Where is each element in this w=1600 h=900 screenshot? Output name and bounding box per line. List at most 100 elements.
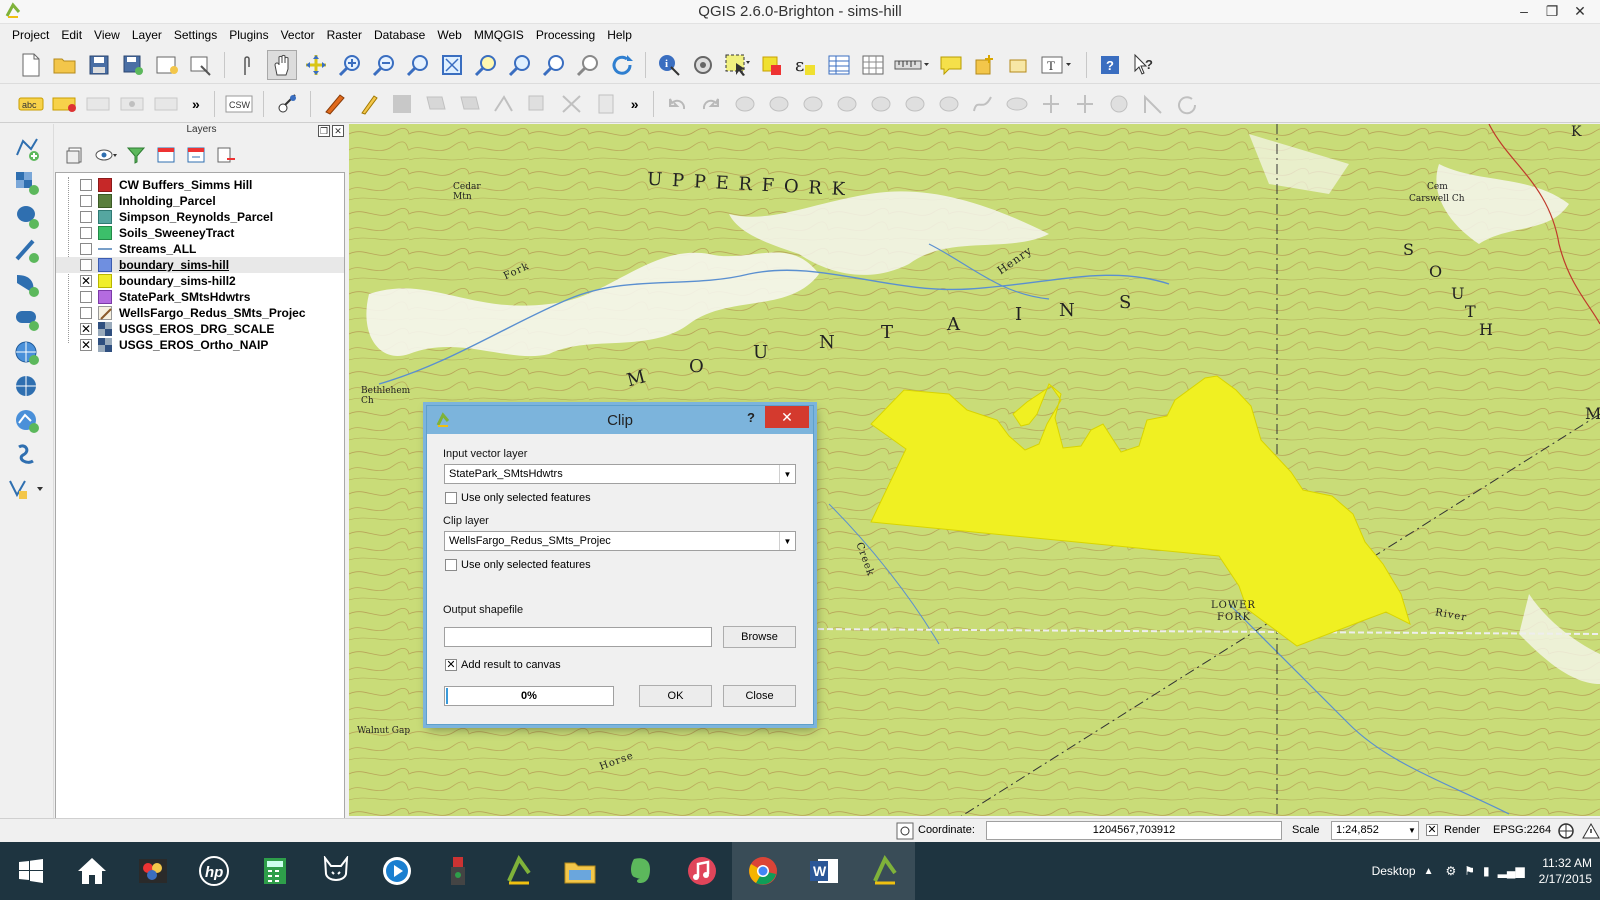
- crs-globe-icon[interactable]: [1557, 822, 1575, 840]
- layer-row[interactable]: WellsFargo_Redus_SMts_Projec: [56, 305, 344, 321]
- undock-panel-button[interactable]: ❐: [318, 125, 330, 137]
- itunes-icon[interactable]: [671, 842, 732, 900]
- layer-row[interactable]: CW Buffers_Simms Hill: [56, 177, 344, 193]
- clip-use-selected-checkbox[interactable]: [445, 559, 457, 571]
- refresh-icon[interactable]: [607, 50, 637, 80]
- photo-app-icon[interactable]: [122, 842, 183, 900]
- menu-edit[interactable]: Edit: [55, 28, 88, 42]
- zoom-in-icon[interactable]: [335, 50, 365, 80]
- deselect-features-icon[interactable]: [756, 50, 786, 80]
- move-feature-icon[interactable]: [455, 89, 485, 119]
- layer-visibility-checkbox-checked[interactable]: ✕: [80, 339, 92, 351]
- close-panel-button[interactable]: ✕: [332, 125, 344, 137]
- close-window-button[interactable]: ✕: [1566, 0, 1594, 22]
- add-raster-layer-icon[interactable]: [10, 166, 44, 200]
- delete-ring-icon[interactable]: [832, 89, 862, 119]
- save-layer-edits-icon[interactable]: [387, 89, 417, 119]
- layer-row-selected[interactable]: boundary_sims-hill: [56, 257, 344, 273]
- menu-view[interactable]: View: [88, 28, 126, 42]
- field-calculator-icon[interactable]: [858, 50, 888, 80]
- pan-to-selection-icon[interactable]: [301, 50, 331, 80]
- render-checkbox[interactable]: ✕: [1426, 824, 1438, 836]
- clock[interactable]: 11:32 AM 2/17/2015: [1539, 855, 1592, 887]
- rotate-feature-icon[interactable]: [1172, 89, 1202, 119]
- new-shapefile-layer-icon[interactable]: [5, 472, 49, 506]
- expand-all-icon[interactable]: [151, 142, 181, 168]
- new-project-icon[interactable]: [16, 50, 46, 80]
- coordinate-toggle-icon[interactable]: [896, 822, 914, 840]
- attribute-table-icon[interactable]: [824, 50, 854, 80]
- run-feature-action-icon[interactable]: [688, 50, 718, 80]
- zoom-to-layer-icon[interactable]: [505, 50, 535, 80]
- hp-icon[interactable]: hp: [183, 842, 244, 900]
- add-wms-layer-icon[interactable]: [10, 336, 44, 370]
- network-signal-icon[interactable]: ▂▄▆: [1498, 864, 1525, 878]
- select-features-icon[interactable]: [722, 50, 752, 80]
- cat-app-icon[interactable]: [305, 842, 366, 900]
- scale-combobox[interactable]: 1:24,852 ▼: [1331, 821, 1419, 840]
- menu-plugins[interactable]: Plugins: [223, 28, 274, 42]
- map-tips-icon[interactable]: [936, 50, 966, 80]
- layer-row[interactable]: ✕ boundary_sims-hill2: [56, 273, 344, 289]
- restore-button[interactable]: ❐: [1538, 0, 1566, 22]
- simplify-feature-icon[interactable]: [968, 89, 998, 119]
- layer-row[interactable]: Simpson_Reynolds_Parcel: [56, 209, 344, 225]
- qgis-active-taskbar-icon[interactable]: [854, 842, 915, 900]
- layer-visibility-checkbox[interactable]: [80, 243, 92, 255]
- chrome-icon[interactable]: [732, 842, 793, 900]
- measure-line-icon[interactable]: [892, 50, 932, 80]
- messages-warning-icon[interactable]: [1582, 822, 1600, 840]
- layer-visibility-checkbox-checked[interactable]: ✕: [80, 275, 92, 287]
- add-wfs-layer-icon[interactable]: [10, 404, 44, 438]
- menu-vector[interactable]: Vector: [275, 28, 321, 42]
- new-bookmark-icon[interactable]: [970, 50, 1000, 80]
- dialog-close-icon[interactable]: ✕: [765, 406, 809, 428]
- cut-features-icon[interactable]: [557, 89, 587, 119]
- home-icon[interactable]: [61, 842, 122, 900]
- menu-layer[interactable]: Layer: [126, 28, 168, 42]
- add-spatialite-layer-icon[interactable]: [10, 234, 44, 268]
- tray-app-icon[interactable]: ⚙: [1446, 864, 1457, 878]
- layer-visibility-checkbox[interactable]: [80, 307, 92, 319]
- menu-project[interactable]: Project: [6, 28, 55, 42]
- pan-map-icon[interactable]: [267, 49, 297, 80]
- toolbar-overflow-chevron-2[interactable]: »: [631, 96, 639, 112]
- open-project-icon[interactable]: [50, 50, 80, 80]
- reshape-features-icon[interactable]: [900, 89, 930, 119]
- show-bookmarks-icon[interactable]: [1004, 50, 1034, 80]
- move-label-icon[interactable]: [152, 89, 182, 119]
- zoom-to-selection-icon[interactable]: [471, 50, 501, 80]
- add-feature-icon[interactable]: [421, 89, 451, 119]
- layer-row[interactable]: Streams_ALL: [56, 241, 344, 257]
- help-contents-icon[interactable]: ?: [1095, 50, 1125, 80]
- identify-features-icon[interactable]: i: [654, 50, 684, 80]
- layer-row[interactable]: Inholding_Parcel: [56, 193, 344, 209]
- word-icon[interactable]: W: [793, 842, 854, 900]
- pin-labels-icon[interactable]: [50, 89, 80, 119]
- input-use-selected-checkbox[interactable]: [445, 492, 457, 504]
- text-annotation-icon[interactable]: T: [1038, 50, 1078, 80]
- menu-settings[interactable]: Settings: [168, 28, 223, 42]
- menu-database[interactable]: Database: [368, 28, 431, 42]
- chevron-down-icon[interactable]: ▼: [779, 465, 795, 483]
- toolbar-overflow-chevron[interactable]: »: [192, 96, 200, 112]
- redo-icon[interactable]: [696, 89, 726, 119]
- add-postgis-layer-icon[interactable]: [10, 200, 44, 234]
- undo-icon[interactable]: [662, 89, 692, 119]
- calculator-icon[interactable]: [244, 842, 305, 900]
- close-button[interactable]: Close: [723, 685, 796, 707]
- file-explorer-icon[interactable]: [549, 842, 610, 900]
- offset-curve-icon[interactable]: [934, 89, 964, 119]
- zoom-last-icon[interactable]: [539, 50, 569, 80]
- layer-row[interactable]: Soils_SweeneyTract: [56, 225, 344, 241]
- toggle-editing-icon[interactable]: [353, 89, 383, 119]
- node-tool-icon[interactable]: [489, 89, 519, 119]
- browse-button[interactable]: Browse: [723, 626, 796, 648]
- zoom-next-icon[interactable]: [573, 50, 603, 80]
- ok-button[interactable]: OK: [639, 685, 712, 707]
- flag-icon[interactable]: ⚑: [1464, 864, 1475, 878]
- layer-labeling-icon[interactable]: abc: [16, 89, 46, 119]
- add-group-icon[interactable]: [61, 142, 91, 168]
- add-result-checkbox[interactable]: ✕: [445, 659, 457, 671]
- evernote-icon[interactable]: [610, 842, 671, 900]
